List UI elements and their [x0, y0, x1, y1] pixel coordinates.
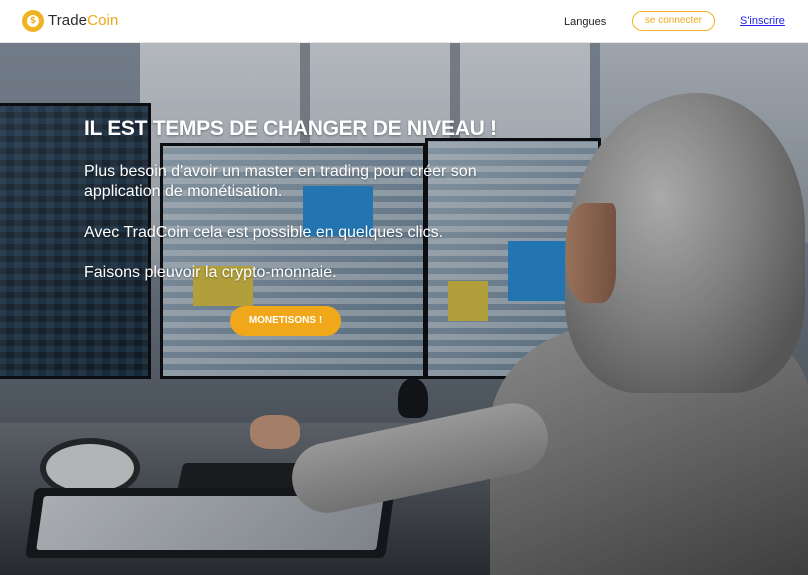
brand-logo[interactable]: $ TradeCoin	[22, 10, 118, 32]
monetize-button[interactable]: MONETISONS !	[230, 306, 341, 336]
hero-title: IL EST TEMPS DE CHANGER DE NIVEAU !	[84, 117, 497, 140]
coin-logo-icon: $	[22, 10, 44, 32]
site-header: $ TradeCoin Langues se connecter S'inscr…	[0, 0, 808, 43]
hero-text-line-2: Avec TradCoin cela est possible en quelq…	[84, 224, 444, 241]
hero-text-line-1: Plus besoin d'avoir un master en trading…	[84, 163, 477, 200]
login-button[interactable]: se connecter	[632, 11, 715, 31]
languages-menu[interactable]: Langues	[564, 16, 606, 28]
hero-text-line-3: Faisons pleuvoir la crypto-monnaie.	[84, 264, 337, 281]
hero-section: IL EST TEMPS DE CHANGER DE NIVEAU ! Plus…	[0, 43, 808, 575]
brand-name-trade: Trade	[48, 12, 88, 29]
signup-link[interactable]: S'inscrire	[740, 15, 785, 27]
brand-name: TradeCoin	[48, 10, 118, 32]
brand-name-coin: Coin	[87, 12, 119, 29]
